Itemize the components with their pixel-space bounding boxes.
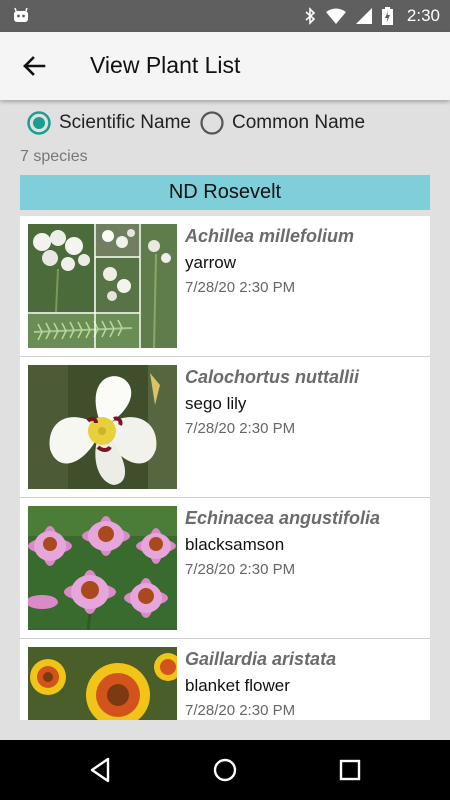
radio-scientific-name[interactable]: Scientific Name <box>26 110 191 136</box>
plant-info: Achillea millefolium yarrow 7/28/20 2:30… <box>185 226 354 296</box>
radio-selected-icon[interactable] <box>26 110 52 136</box>
wifi-icon <box>325 8 346 24</box>
page-title: View Plant List <box>90 52 241 78</box>
radio-common-name-label: Common Name <box>232 112 366 133</box>
plant-info: Gaillardia aristata blanket flower 7/28/… <box>185 649 336 719</box>
status-bar: 2:30 <box>0 0 450 32</box>
nav-recents-icon[interactable] <box>335 755 365 785</box>
radio-scientific-name-label: Scientific Name <box>59 112 191 133</box>
scientific-name: Achillea millefolium <box>185 226 355 246</box>
status-time: 2:30 <box>406 6 440 25</box>
plant-list-item[interactable]: Echinacea angustifolia blacksamson 7/28/… <box>20 498 430 639</box>
observation-date: 7/28/20 2:30 PM <box>185 561 296 578</box>
group-header-label: ND Rosevelt <box>168 181 282 203</box>
name-type-radio-group: Scientific Name Common Name <box>26 108 373 138</box>
common-name: blacksamson <box>185 535 285 554</box>
group-header: ND Rosevelt <box>20 175 430 210</box>
plant-list-item[interactable]: Achillea millefolium yarrow 7/28/20 2:30… <box>20 216 430 357</box>
scientific-name: Gaillardia aristata <box>185 649 337 669</box>
battery-charging-icon <box>381 7 393 25</box>
scientific-name: Echinacea angustifolia <box>185 508 381 528</box>
plant-photo <box>28 365 177 489</box>
plant-list[interactable]: Achillea millefolium yarrow 7/28/20 2:30… <box>20 216 430 720</box>
cellular-signal-icon <box>355 8 372 24</box>
nav-back-icon[interactable] <box>86 755 116 785</box>
species-count: 7 species <box>20 148 88 165</box>
observation-date: 7/28/20 2:30 PM <box>185 420 296 437</box>
app-bar: View Plant List <box>0 32 450 100</box>
system-navigation-bar <box>0 740 450 800</box>
radio-unselected-icon[interactable] <box>199 110 225 136</box>
plant-list-item[interactable]: Calochortus nuttallii sego lily 7/28/20 … <box>20 357 430 498</box>
plant-photo <box>28 506 177 630</box>
back-arrow-icon[interactable] <box>18 50 50 82</box>
plant-info: Echinacea angustifolia blacksamson 7/28/… <box>185 508 380 578</box>
scientific-name: Calochortus nuttallii <box>185 367 360 387</box>
common-name: yarrow <box>185 253 237 272</box>
plant-photo <box>28 224 177 348</box>
android-notification-icon <box>14 7 28 22</box>
plant-photo <box>28 647 177 720</box>
radio-common-name[interactable]: Common Name <box>199 110 365 136</box>
plant-list-item[interactable]: Gaillardia aristata blanket flower 7/28/… <box>20 639 430 720</box>
nav-home-icon[interactable] <box>210 755 240 785</box>
plant-info: Calochortus nuttallii sego lily 7/28/20 … <box>185 367 359 437</box>
observation-date: 7/28/20 2:30 PM <box>185 702 296 719</box>
observation-date: 7/28/20 2:30 PM <box>185 279 296 296</box>
bluetooth-icon <box>305 7 316 25</box>
common-name: sego lily <box>185 394 247 413</box>
common-name: blanket flower <box>185 676 290 695</box>
